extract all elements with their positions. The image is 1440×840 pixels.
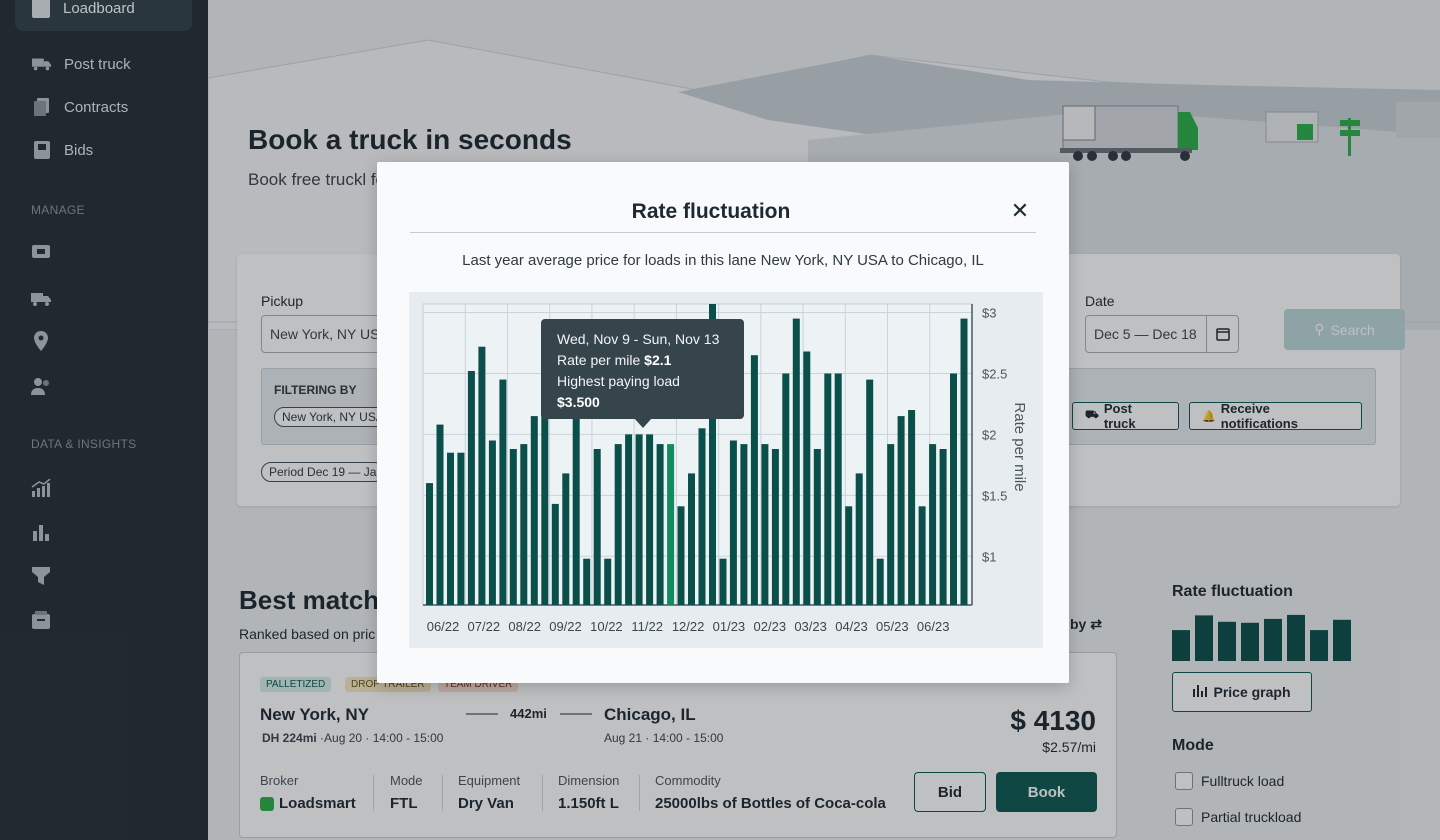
y-tick-label: $1 bbox=[982, 549, 996, 564]
chart-bar bbox=[656, 444, 664, 605]
x-tick-label: 10/22 bbox=[590, 619, 623, 634]
chart-bar bbox=[782, 373, 790, 605]
x-tick-label: 02/23 bbox=[754, 619, 787, 634]
chart-bar bbox=[646, 434, 654, 605]
chart-tooltip: Wed, Nov 9 - Sun, Nov 13 Rate per mile $… bbox=[541, 319, 744, 419]
tooltip-arrow bbox=[634, 418, 652, 428]
chart-bar bbox=[803, 351, 811, 605]
chart-bar bbox=[824, 373, 832, 605]
chart-bar bbox=[761, 444, 769, 605]
chart-bar bbox=[688, 473, 695, 605]
chart-bar bbox=[876, 558, 884, 605]
x-tick-label: 01/23 bbox=[713, 619, 746, 634]
chart-bar bbox=[562, 473, 570, 605]
chart-bar bbox=[488, 440, 496, 605]
chart-bar bbox=[635, 434, 643, 605]
rate-chart-container: $1 $1.5 $2 $2.5 $3 06/22 07/22 08/22 09/22 10/22… bbox=[409, 292, 1043, 648]
chart-bar bbox=[541, 416, 549, 605]
chart-bar bbox=[866, 379, 874, 605]
tooltip-rate-label: Rate per mile bbox=[557, 352, 641, 368]
chart-bar bbox=[929, 444, 937, 605]
chart-bar-highlighted bbox=[667, 444, 675, 605]
chart-bar bbox=[614, 444, 622, 605]
y-tick-label: $1.5 bbox=[982, 488, 1007, 503]
chart-bar bbox=[426, 483, 433, 605]
chart-bar bbox=[813, 449, 821, 605]
y-tick-label: $2.5 bbox=[982, 366, 1007, 381]
chart-bar bbox=[436, 424, 444, 605]
close-icon[interactable]: ✕ bbox=[1009, 200, 1031, 222]
rate-fluctuation-modal: Rate fluctuation ✕ Last year average pri… bbox=[377, 162, 1069, 683]
chart-bar bbox=[583, 558, 591, 605]
chart-bar bbox=[771, 449, 779, 605]
x-tick-label: 08/22 bbox=[508, 619, 541, 634]
chart-bar bbox=[530, 416, 538, 605]
tooltip-rate-value: $2.1 bbox=[644, 352, 672, 368]
chart-bar bbox=[740, 444, 748, 605]
chart-bar bbox=[950, 373, 957, 605]
chart-bar bbox=[887, 444, 895, 605]
chart-bar bbox=[845, 506, 853, 605]
chart-bar bbox=[918, 506, 926, 605]
y-axis-label: Rate per mile bbox=[1011, 402, 1028, 491]
chart-bar bbox=[698, 428, 706, 605]
x-tick-label: 06/23 bbox=[917, 619, 950, 634]
chart-bar bbox=[908, 410, 916, 605]
chart-bar bbox=[939, 449, 947, 605]
x-tick-label: 12/22 bbox=[672, 619, 705, 634]
tooltip-highest-value: $3.500 bbox=[557, 394, 600, 410]
chart-bar bbox=[551, 503, 559, 605]
tooltip-range: Wed, Nov 9 - Sun, Nov 13 bbox=[557, 331, 720, 347]
chart-bar bbox=[593, 449, 601, 605]
chart-bar bbox=[834, 373, 842, 605]
chart-bar bbox=[625, 434, 633, 605]
chart-bar bbox=[897, 416, 905, 605]
chart-bar bbox=[572, 416, 580, 605]
chart-bar bbox=[719, 558, 727, 605]
chart-bar bbox=[960, 318, 968, 605]
y-tick-label: $2 bbox=[982, 427, 996, 442]
y-tick-label: $3 bbox=[982, 306, 996, 321]
chart-bar bbox=[447, 452, 454, 605]
x-tick-label: 07/22 bbox=[468, 619, 501, 634]
x-tick-label: 05/23 bbox=[876, 619, 909, 634]
chart-bar bbox=[478, 346, 486, 605]
chart-bar bbox=[729, 440, 737, 605]
x-tick-label: 06/22 bbox=[427, 619, 460, 634]
x-tick-label: 11/22 bbox=[631, 619, 663, 634]
modal-title: Rate fluctuation bbox=[631, 200, 791, 223]
tooltip-highest-label: Highest paying load bbox=[557, 373, 680, 389]
chart-bar bbox=[677, 506, 685, 605]
chart-bar bbox=[509, 449, 517, 605]
modal-description: Last year average price for loads in thi… bbox=[462, 252, 984, 269]
x-tick-label: 09/22 bbox=[549, 619, 582, 634]
chart-bar bbox=[750, 355, 758, 605]
chart-bar bbox=[457, 452, 465, 605]
chart-bar bbox=[499, 379, 507, 605]
chart-bar bbox=[520, 444, 528, 605]
chart-bar bbox=[604, 558, 612, 605]
tooltip-rate: Rate per mile $2.1 bbox=[557, 350, 728, 371]
chart-bar bbox=[792, 318, 800, 605]
chart-bar bbox=[467, 371, 475, 605]
x-tick-label: 03/23 bbox=[794, 619, 827, 634]
x-tick-label: 04/23 bbox=[835, 619, 868, 634]
modal-divider bbox=[410, 232, 1036, 233]
chart-bar bbox=[855, 473, 863, 605]
